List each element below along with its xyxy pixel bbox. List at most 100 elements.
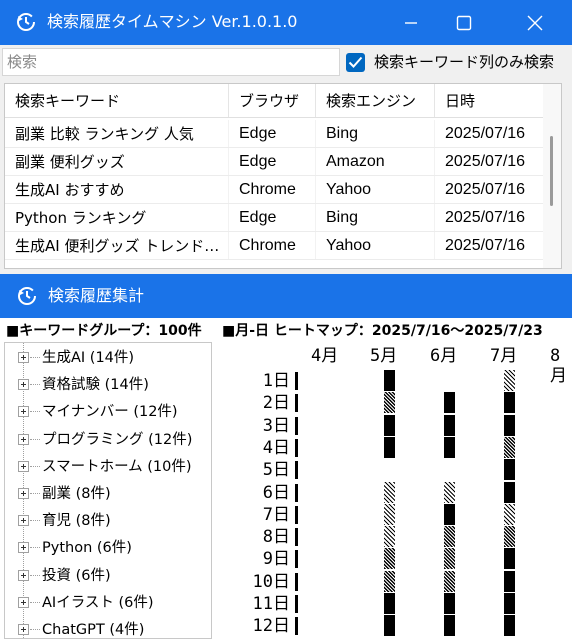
- search-input[interactable]: [2, 48, 340, 76]
- close-button[interactable]: [506, 0, 564, 45]
- tree-item[interactable]: ChatGPT (4件): [5, 617, 211, 638]
- heatmap-cell[interactable]: [384, 370, 395, 391]
- heatmap-cell[interactable]: [504, 570, 515, 592]
- table-row[interactable]: 副業 比較 ランキング 人気 Edge Bing 2025/07/16: [5, 120, 545, 148]
- heatmap-baseline: [295, 483, 298, 502]
- heatmap-month-label: 8月: [550, 346, 567, 386]
- heatmap-cell[interactable]: [504, 526, 515, 548]
- cell-keyword: 副業 便利グッズ: [5, 148, 229, 175]
- heatmap-cell[interactable]: [384, 526, 395, 548]
- heatmap-cell[interactable]: [384, 503, 395, 525]
- heatmap-cell[interactable]: [384, 436, 395, 458]
- tree-expand-icon[interactable]: [18, 406, 29, 418]
- column-keyword[interactable]: 検索キーワード: [5, 84, 229, 117]
- heatmap-baseline: [295, 617, 298, 636]
- heatmap-cell[interactable]: [504, 414, 515, 436]
- tree-item[interactable]: 副業 (8件): [5, 481, 211, 508]
- table-row[interactable]: 生成AI 便利グッズ トレンド… Chrome Yahoo 2025/07/16: [5, 232, 545, 260]
- heatmap-cell[interactable]: [504, 503, 515, 525]
- cell-datetime: 2025/07/16: [435, 204, 545, 231]
- heatmap-cell[interactable]: [384, 414, 395, 436]
- search-bar: 検索キーワード列のみ検索: [0, 45, 572, 81]
- heatmap-cell[interactable]: [504, 392, 515, 414]
- heatmap-cell[interactable]: [384, 481, 395, 503]
- tree-expand-icon[interactable]: [18, 515, 29, 527]
- heatmap-cell[interactable]: [384, 593, 395, 614]
- tree-item-label: AIイラスト (6件): [42, 594, 154, 611]
- heatmap-cell[interactable]: [384, 392, 395, 414]
- tree-expand-icon[interactable]: [18, 624, 29, 635]
- tree-item[interactable]: AIイラスト (6件): [5, 590, 211, 617]
- minimize-button[interactable]: [382, 0, 440, 45]
- heatmap-cell[interactable]: [504, 370, 515, 391]
- column-engine[interactable]: 検索エンジン: [316, 84, 435, 117]
- heatmap-cell[interactable]: [444, 548, 455, 570]
- tree-item[interactable]: 育児 (8件): [5, 508, 211, 535]
- keyword-only-checkbox[interactable]: [346, 53, 365, 72]
- column-datetime[interactable]: 日時: [435, 84, 545, 117]
- heatmap-cell[interactable]: [504, 459, 515, 481]
- heatmap-cell[interactable]: [504, 481, 515, 503]
- tree-expand-icon[interactable]: [18, 460, 29, 472]
- scrollbar-thumb[interactable]: [550, 136, 553, 206]
- tree-expand-icon[interactable]: [18, 433, 29, 445]
- maximize-button[interactable]: [435, 0, 493, 45]
- table-row[interactable]: 副業 便利グッズ Edge Amazon 2025/07/16: [5, 148, 545, 176]
- heatmap-cell[interactable]: [444, 593, 455, 614]
- heatmap-day-label: 8日: [262, 527, 290, 548]
- tree-expand-icon[interactable]: [18, 488, 29, 499]
- heatmap-cell[interactable]: [384, 570, 395, 592]
- tree-item[interactable]: 資格試験 (14件): [5, 372, 211, 399]
- heatmap-day-label: 3日: [262, 415, 290, 436]
- heatmap-cell[interactable]: [444, 436, 455, 458]
- column-browser[interactable]: ブラウザ: [229, 84, 316, 117]
- heatmap-cell[interactable]: [444, 392, 455, 414]
- tree-item[interactable]: スマートホーム (10件): [5, 454, 211, 481]
- heatmap-cell[interactable]: [444, 414, 455, 436]
- heatmap-cell[interactable]: [384, 548, 395, 570]
- heatmap-day-label: 11日: [252, 594, 290, 614]
- heatmap-cell[interactable]: [504, 593, 515, 614]
- tree-item-label: マイナンバー (12件): [42, 404, 178, 421]
- history-clock-icon: [17, 13, 35, 31]
- tree-expand-icon[interactable]: [18, 379, 29, 391]
- summary-titlebar[interactable]: 検索履歴集計: [0, 274, 572, 318]
- heatmap-cell[interactable]: [504, 615, 515, 637]
- table-header: 検索キーワード ブラウザ 検索エンジン 日時: [5, 84, 545, 118]
- tree-item[interactable]: マイナンバー (12件): [5, 399, 211, 426]
- tree-expand-icon[interactable]: [18, 596, 29, 608]
- tree-expand-icon[interactable]: [18, 569, 29, 581]
- table-scrollbar[interactable]: [543, 84, 561, 268]
- heatmap-cell[interactable]: [504, 436, 515, 458]
- heatmap-cell[interactable]: [384, 615, 395, 637]
- tree-item[interactable]: Python (6件): [5, 535, 211, 562]
- tree-item[interactable]: 生成AI (14件): [5, 345, 211, 372]
- heatmap-heading: ■月-日 ヒートマップ：2025/7/16～2025/7/23: [222, 323, 543, 339]
- tree-connector: [30, 574, 40, 576]
- heatmap-cell[interactable]: [444, 503, 455, 525]
- table-row[interactable]: 生成AI おすすめ Chrome Yahoo 2025/07/16: [5, 176, 545, 204]
- tree-connector: [30, 465, 40, 467]
- month-day-heatmap: 4月 5月 6月 7月 8月 1日 2日 3日 4日 5日 6日 7日 8日 9日 10日 11日 12日: [214, 342, 572, 639]
- tree-item-label: 育児 (8件): [42, 513, 111, 530]
- tree-connector: [30, 357, 40, 358]
- heatmap-day-label: 12日: [252, 616, 290, 637]
- tree-expand-icon[interactable]: [18, 352, 29, 363]
- tree-item[interactable]: プログラミング (12件): [5, 427, 211, 454]
- tree-expand-icon[interactable]: [18, 542, 29, 554]
- heatmap-cell[interactable]: [444, 570, 455, 592]
- tree-item-label: プログラミング (12件): [42, 431, 193, 448]
- cell-browser: Chrome: [229, 232, 316, 259]
- heatmap-cell[interactable]: [444, 526, 455, 548]
- heatmap-baseline: [295, 550, 298, 569]
- heatmap-baseline: [295, 394, 298, 413]
- heatmap-day-label: 9日: [262, 549, 290, 570]
- cell-engine: Bing: [316, 120, 435, 147]
- heatmap-cell[interactable]: [444, 615, 455, 637]
- main-titlebar[interactable]: 検索履歴タイムマシン Ver.1.0.1.0: [0, 0, 572, 45]
- keyword-only-label[interactable]: 検索キーワード列のみ検索: [374, 52, 554, 72]
- heatmap-cell[interactable]: [504, 548, 515, 570]
- table-row[interactable]: Python ランキング Edge Bing 2025/07/16: [5, 204, 545, 232]
- heatmap-cell[interactable]: [444, 481, 455, 503]
- tree-item[interactable]: 投資 (6件): [5, 563, 211, 590]
